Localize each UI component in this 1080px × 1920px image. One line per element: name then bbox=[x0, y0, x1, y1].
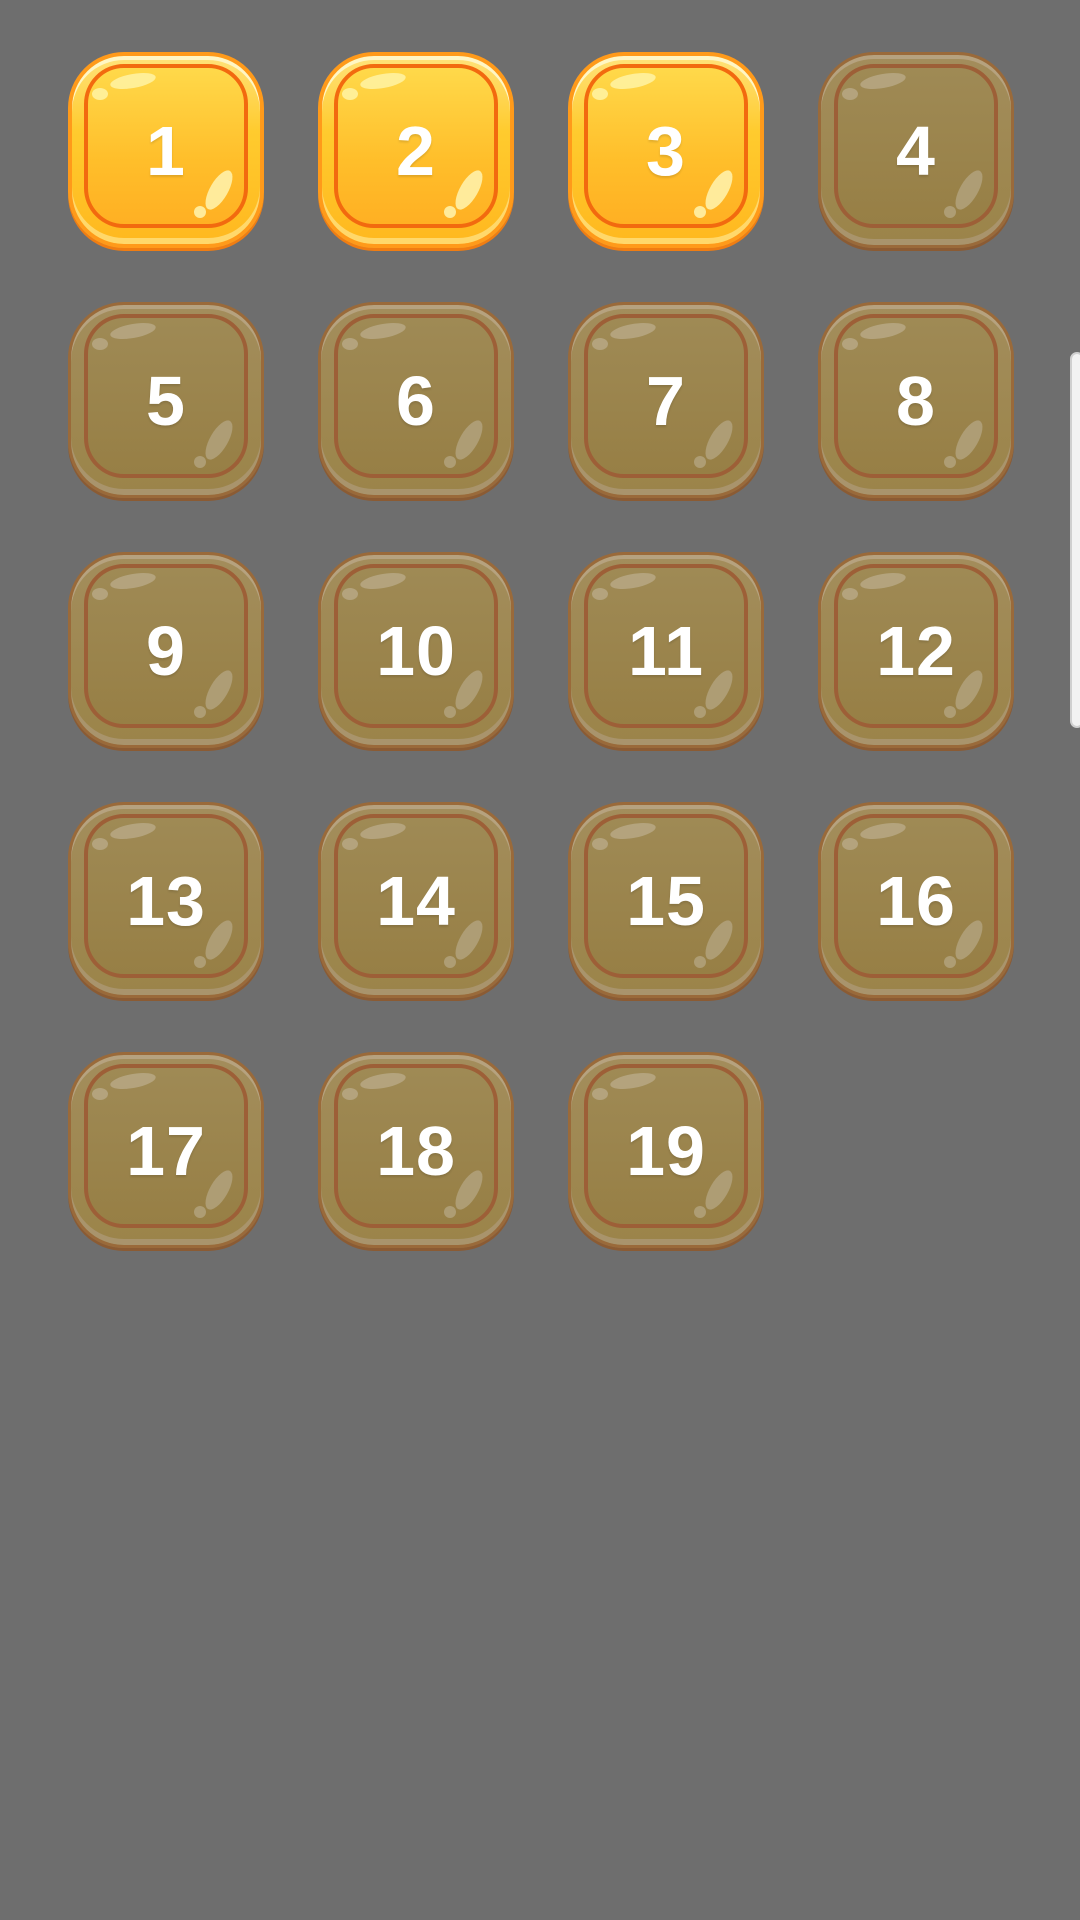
level-number: 11 bbox=[628, 612, 704, 690]
level-button-2[interactable]: 2 bbox=[316, 50, 516, 250]
level-button-15[interactable]: 15 bbox=[566, 800, 766, 1000]
level-button-12[interactable]: 12 bbox=[816, 550, 1016, 750]
level-number: 16 bbox=[876, 862, 956, 940]
level-button-9[interactable]: 9 bbox=[66, 550, 266, 750]
level-number: 7 bbox=[646, 362, 686, 440]
level-button-19[interactable]: 19 bbox=[566, 1050, 766, 1250]
level-button-7[interactable]: 7 bbox=[566, 300, 766, 500]
level-button-6[interactable]: 6 bbox=[316, 300, 516, 500]
level-number: 17 bbox=[126, 1112, 206, 1190]
level-number: 15 bbox=[626, 862, 706, 940]
scrollbar[interactable] bbox=[1070, 352, 1080, 728]
level-number: 5 bbox=[146, 362, 186, 440]
level-button-3[interactable]: 3 bbox=[566, 50, 766, 250]
level-number: 10 bbox=[376, 612, 456, 690]
level-select-screen: 1 2 3 4 5 6 7 8 9 10 11 12 13 14 15 16 17 18 19 bbox=[0, 0, 1080, 1920]
level-number: 18 bbox=[376, 1112, 456, 1190]
level-button-5[interactable]: 5 bbox=[66, 300, 266, 500]
level-button-8[interactable]: 8 bbox=[816, 300, 1016, 500]
level-button-17[interactable]: 17 bbox=[66, 1050, 266, 1250]
level-number: 2 bbox=[396, 112, 436, 190]
level-button-11[interactable]: 11 bbox=[566, 550, 766, 750]
level-button-1[interactable]: 1 bbox=[66, 50, 266, 250]
level-number: 4 bbox=[896, 112, 936, 190]
level-number: 6 bbox=[396, 362, 436, 440]
level-number: 1 bbox=[146, 112, 186, 190]
level-button-4[interactable]: 4 bbox=[816, 50, 1016, 250]
level-number: 9 bbox=[146, 612, 186, 690]
level-button-16[interactable]: 16 bbox=[816, 800, 1016, 1000]
level-grid: 1 2 3 4 5 6 7 8 9 10 11 12 13 14 15 16 17 18 19 bbox=[66, 50, 1016, 1250]
level-number: 8 bbox=[896, 362, 936, 440]
level-button-18[interactable]: 18 bbox=[316, 1050, 516, 1250]
level-number: 3 bbox=[646, 112, 686, 190]
level-button-14[interactable]: 14 bbox=[316, 800, 516, 1000]
level-button-13[interactable]: 13 bbox=[66, 800, 266, 1000]
level-button-10[interactable]: 10 bbox=[316, 550, 516, 750]
level-number: 19 bbox=[626, 1112, 706, 1190]
level-number: 12 bbox=[876, 612, 956, 690]
level-number: 13 bbox=[126, 862, 206, 940]
level-number: 14 bbox=[376, 862, 456, 940]
